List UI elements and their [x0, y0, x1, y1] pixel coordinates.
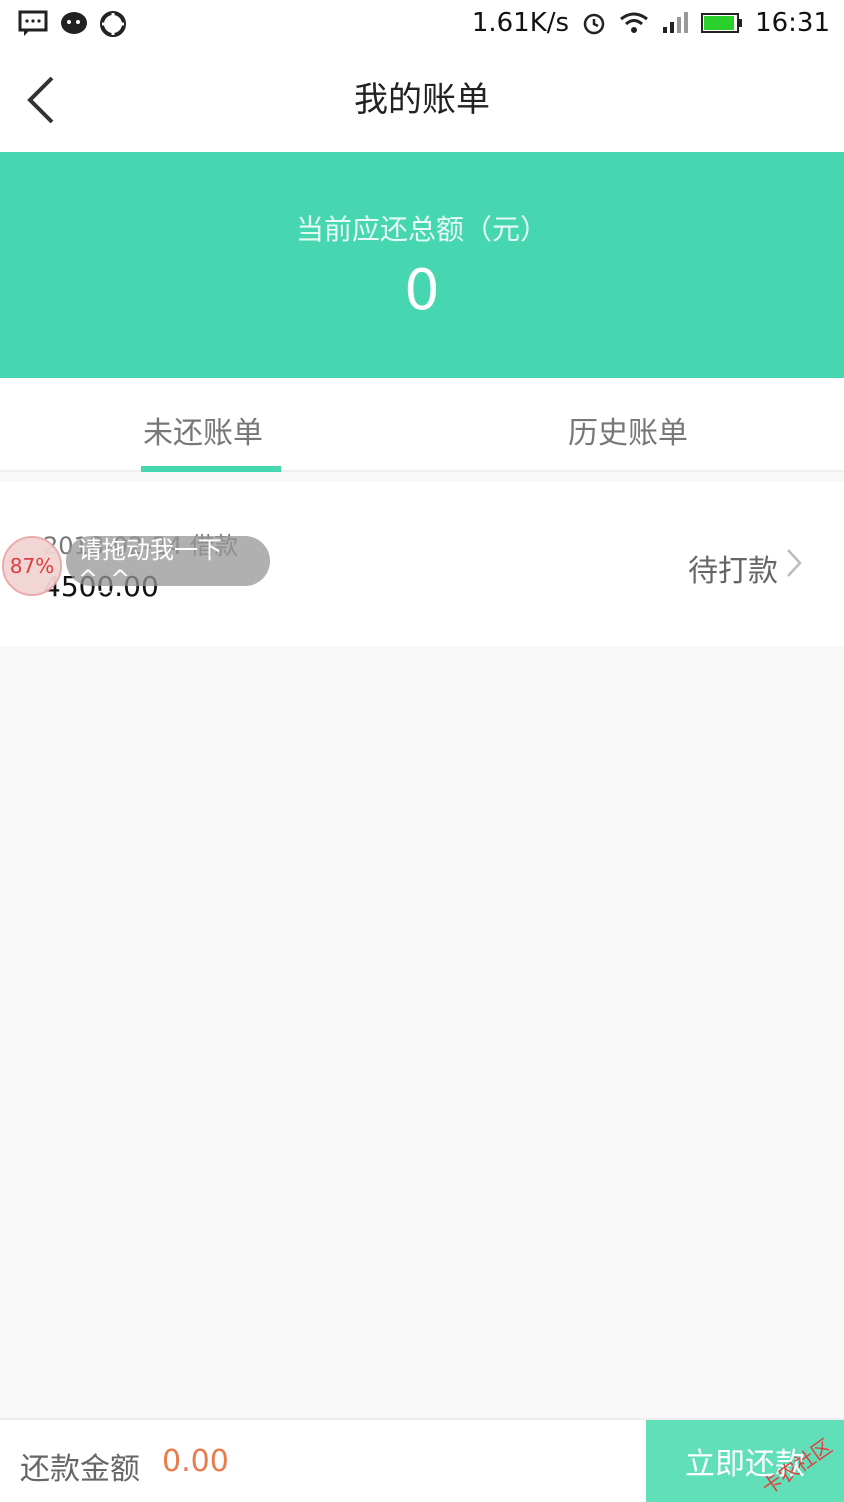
- pay-amount-value: 0.00: [162, 1444, 229, 1479]
- alarm-icon: [583, 13, 605, 35]
- floating-percent-badge[interactable]: 87%: [2, 536, 62, 596]
- status-bar-system: 1.61K/s 16:31: [472, 8, 830, 38]
- signal-icon: [663, 12, 689, 33]
- clock: 16:31: [755, 8, 830, 38]
- message-icon: [18, 10, 48, 36]
- pay-amount-label: 还款金额: [20, 1452, 140, 1487]
- wifi-icon: [620, 12, 648, 33]
- status-bar: 1.61K/s 16:31: [0, 0, 844, 50]
- battery-icon: [701, 13, 743, 33]
- tab-history-bills[interactable]: 历史账单: [568, 408, 688, 452]
- page-title: 我的账单: [354, 80, 490, 120]
- app-notification-icon: [100, 11, 126, 37]
- bill-status: 待打款: [688, 554, 778, 589]
- bottom-pay-bar: 还款金额 0.00 立即还款: [0, 1418, 844, 1502]
- chat-icon: [61, 12, 87, 34]
- bill-tabs: 未还账单 历史账单: [0, 378, 844, 472]
- chevron-right-icon: [787, 549, 802, 577]
- floating-drag-hint[interactable]: 请拖动我一下^_^: [66, 536, 270, 593]
- net-speed: 1.61K/s: [471, 8, 570, 38]
- nav-bar: 我的账单: [0, 50, 844, 152]
- tab-unpaid-bills[interactable]: 未还账单: [143, 408, 263, 452]
- summary-label: 当前应还总额（元）: [295, 213, 548, 246]
- status-bar-notifications: [18, 10, 126, 38]
- active-tab-indicator: [141, 466, 281, 472]
- summary-amount: 0: [404, 258, 440, 323]
- summary-banner: 当前应还总额（元） 0: [0, 152, 844, 378]
